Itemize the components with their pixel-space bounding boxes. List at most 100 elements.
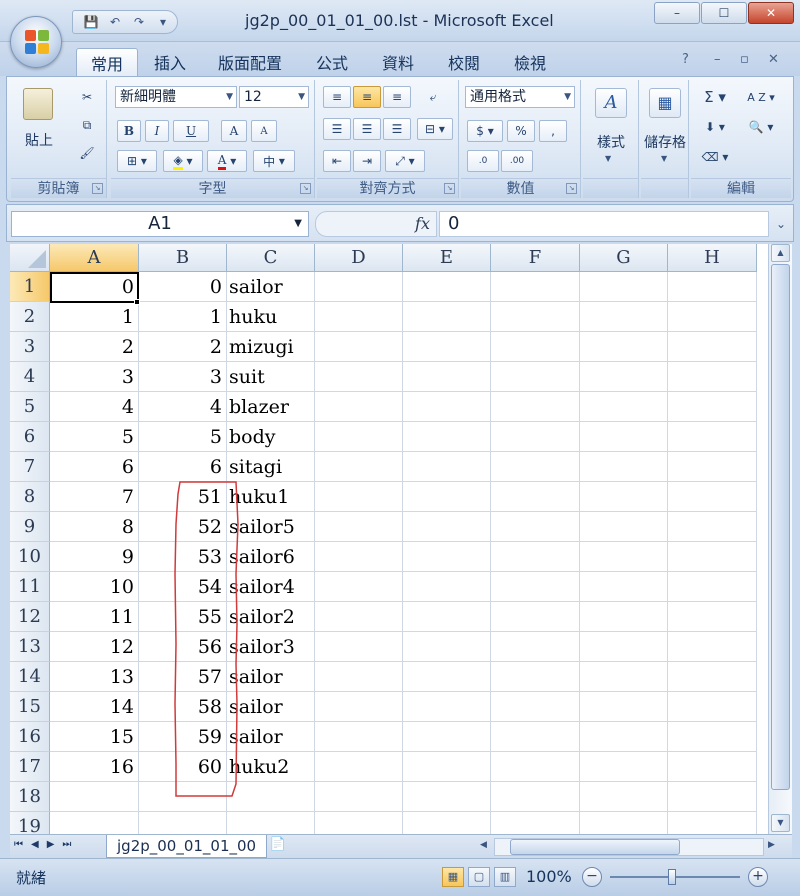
cell-a17[interactable]: 16 [50,752,138,782]
fill-color-button[interactable]: ◈ ▾ [163,150,203,172]
scroll-left-icon[interactable]: ◀ [480,840,487,850]
clear-button[interactable]: ⌫ ▾ [695,146,735,168]
cell-b1[interactable]: 0 [139,272,226,302]
orientation-button[interactable]: ⤢ ▾ [385,150,425,172]
alignment-launcher-icon[interactable]: ↘ [444,183,455,194]
save-icon[interactable]: 💾 [83,14,99,30]
scroll-down-icon[interactable]: ▼ [771,814,790,832]
cell-a2[interactable]: 1 [50,302,138,332]
font-name-combo[interactable]: 新細明體 ▼ [115,86,237,108]
sheet-tab-active[interactable]: jg2p_00_01_01_00 [106,835,268,858]
zoom-slider-thumb[interactable] [668,869,676,885]
fill-button[interactable]: ⬇ ▾ [695,116,735,138]
help-icon[interactable]: ? [682,52,689,67]
merge-center-button[interactable]: ⊟ ▾ [417,118,453,140]
font-launcher-icon[interactable]: ↘ [300,183,311,194]
insert-function-icon[interactable]: fx [415,214,430,233]
row-header[interactable]: 18 [10,782,50,812]
ribbon-restore-icon[interactable]: ▫ [740,52,749,67]
last-sheet-icon[interactable]: ⏭ [62,839,71,850]
paste-button[interactable]: 貼上 [17,130,61,150]
vertical-scrollbar[interactable]: ▲ ▼ [768,244,792,834]
cell-a4[interactable]: 3 [50,362,138,392]
first-sheet-icon[interactable]: ⏮ [14,839,23,850]
tab-data[interactable]: 資料 [368,48,428,76]
cell-a12[interactable]: 11 [50,602,138,632]
percent-button[interactable]: % [507,120,535,142]
cell-a9[interactable]: 8 [50,512,138,542]
zoom-in-button[interactable]: + [748,867,768,887]
scroll-up-icon[interactable]: ▲ [771,244,790,262]
normal-view-icon[interactable]: ▦ [442,867,464,887]
cell-c12[interactable]: sailor2 [227,602,335,632]
copy-icon[interactable]: ⧉ [75,114,99,136]
tab-review[interactable]: 校閱 [434,48,494,76]
row-header[interactable]: 5 [10,392,50,422]
align-middle-button[interactable]: ≡ [353,86,381,108]
align-right-button[interactable]: ☰ [383,118,411,140]
close-button[interactable]: ✕ [748,2,794,24]
column-header-f[interactable]: F [491,244,580,272]
cell-a14[interactable]: 13 [50,662,138,692]
tab-formulas[interactable]: 公式 [302,48,362,76]
number-format-combo[interactable]: 通用格式 ▼ [465,86,575,108]
name-box-dropdown-icon[interactable]: ▼ [294,212,302,236]
underline-button[interactable]: U [173,120,209,142]
cell-c2[interactable]: huku [227,302,335,332]
decrease-decimal-button[interactable]: .00 [501,150,533,172]
format-painter-icon[interactable]: 🖌 [75,142,99,164]
styles-button[interactable]: 樣式 [585,132,637,152]
row-header[interactable]: 4 [10,362,50,392]
cell-b11[interactable]: 54 [139,572,226,602]
formula-input[interactable]: 0 [439,211,769,237]
align-left-button[interactable]: ☰ [323,118,351,140]
comma-button[interactable]: , [539,120,567,142]
cell-b2[interactable]: 1 [139,302,226,332]
phonetic-button[interactable]: 中 ▾ [253,150,295,172]
align-center-button[interactable]: ☰ [353,118,381,140]
find-select-button[interactable]: 🔍 ▾ [739,116,783,138]
ribbon-minimize-icon[interactable]: – [714,52,721,67]
column-header-e[interactable]: E [403,244,491,272]
next-sheet-icon[interactable]: ▶ [47,839,55,850]
cell-c18[interactable] [227,782,335,812]
row-header[interactable]: 17 [10,752,50,782]
cell-a6[interactable]: 5 [50,422,138,452]
clipboard-launcher-icon[interactable]: ↘ [92,183,103,194]
cell-a11[interactable]: 10 [50,572,138,602]
grow-font-button[interactable]: A [221,120,247,142]
cell-b7[interactable]: 6 [139,452,226,482]
cell-b8[interactable]: 51 [139,482,226,512]
cell-c11[interactable]: sailor4 [227,572,335,602]
redo-icon[interactable]: ↷ [131,14,147,30]
cell-b10[interactable]: 53 [139,542,226,572]
row-header[interactable]: 12 [10,602,50,632]
row-header[interactable]: 10 [10,542,50,572]
maximize-button[interactable]: ☐ [701,2,747,24]
font-size-combo[interactable]: 12 ▼ [239,86,309,108]
row-header[interactable]: 16 [10,722,50,752]
cell-c10[interactable]: sailor6 [227,542,335,572]
horizontal-scrollbar[interactable]: ◀ ▶ [480,838,780,856]
cell-a13[interactable]: 12 [50,632,138,662]
increase-decimal-button[interactable]: .0 [467,150,499,172]
horizontal-scroll-thumb[interactable] [510,839,680,855]
column-header-a[interactable]: A [50,244,139,272]
autosum-button[interactable]: Σ ▾ [695,86,735,108]
cell-c17[interactable]: huku2 [227,752,335,782]
cut-icon[interactable]: ✂ [75,86,99,108]
tab-insert[interactable]: 插入 [140,48,200,76]
column-header-d[interactable]: D [315,244,403,272]
row-header[interactable]: 19 [10,812,50,834]
wrap-text-icon[interactable]: ⤶ [419,86,447,108]
cell-a7[interactable]: 6 [50,452,138,482]
cell-b16[interactable]: 59 [139,722,226,752]
cell-c19[interactable] [227,812,335,834]
cell-c4[interactable]: suit [227,362,335,392]
office-button[interactable] [10,16,62,68]
align-top-button[interactable]: ≡ [323,86,351,108]
sort-filter-button[interactable]: A Z ▾ [739,86,783,108]
cell-b19[interactable] [139,812,226,834]
column-header-h[interactable]: H [668,244,757,272]
row-header[interactable]: 11 [10,572,50,602]
